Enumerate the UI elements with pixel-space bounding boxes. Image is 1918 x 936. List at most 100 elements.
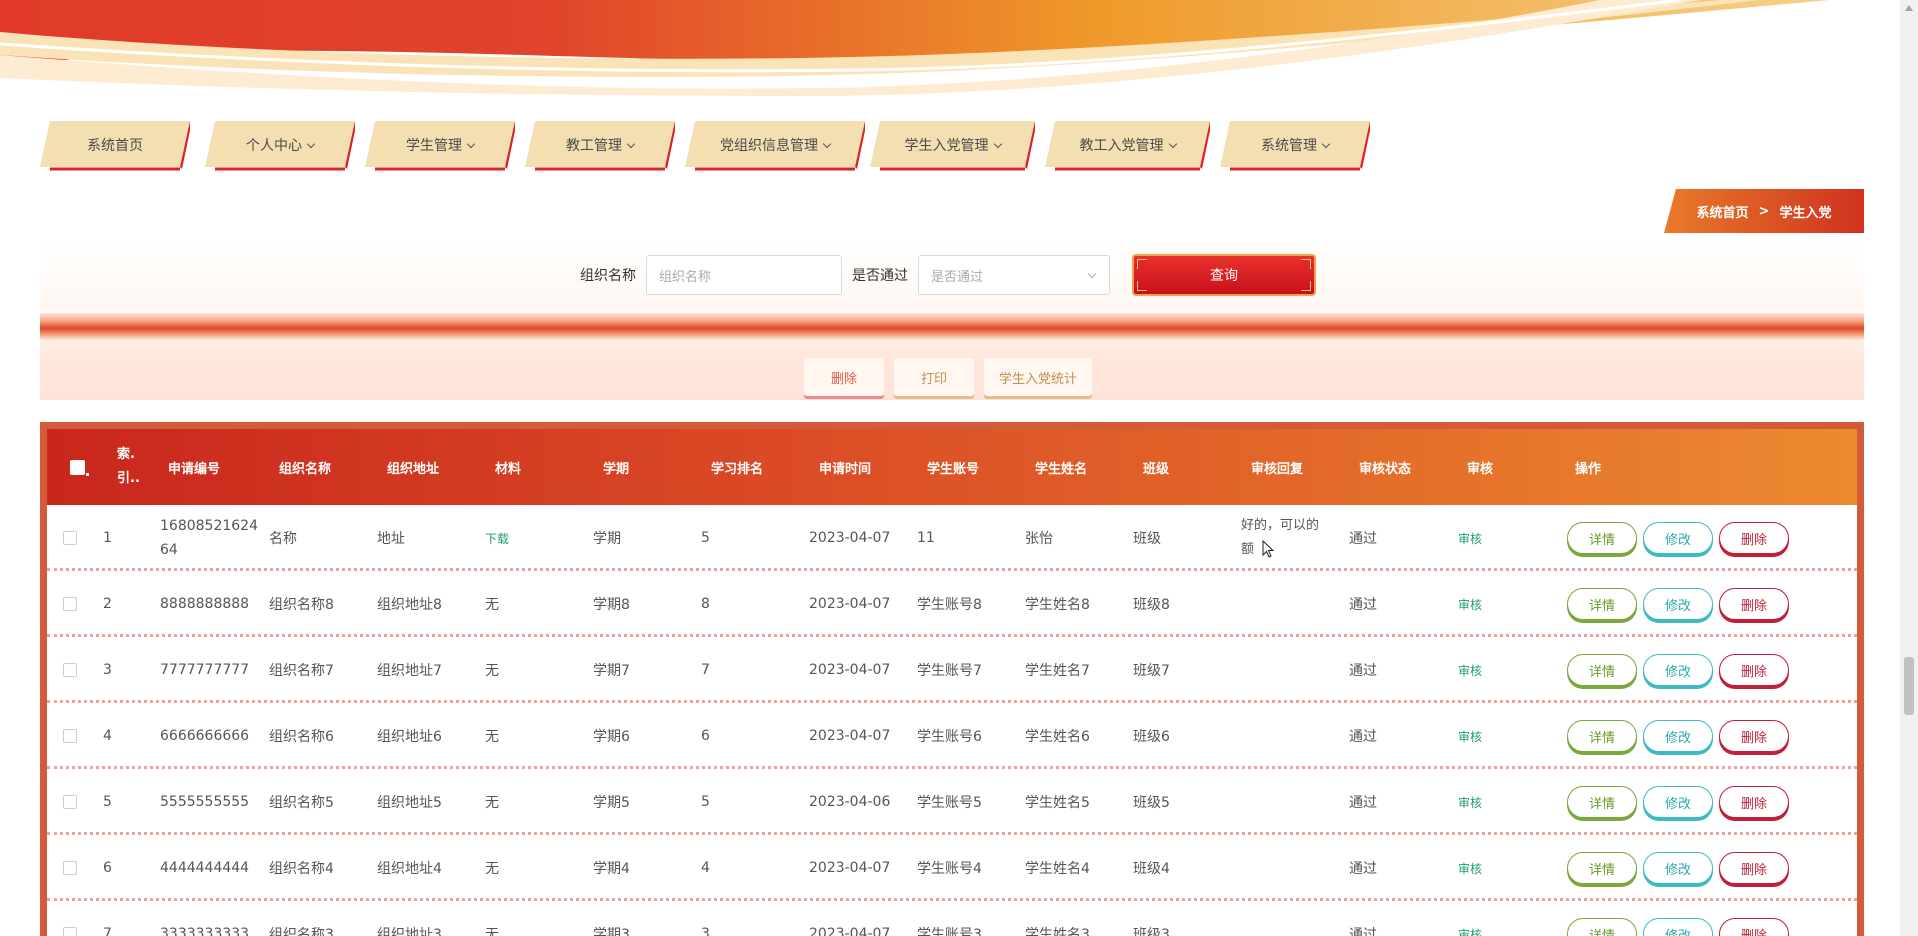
delete-button[interactable]: 删除 bbox=[1719, 852, 1789, 884]
header-review[interactable]: 审核 bbox=[1467, 429, 1493, 505]
cell-status: 通过 bbox=[1349, 663, 1377, 679]
scroll-up-icon[interactable] bbox=[1905, 5, 1913, 11]
statistics-button[interactable]: 学生入党统计 bbox=[984, 358, 1092, 396]
delete-button[interactable]: 删除 bbox=[1719, 522, 1789, 554]
nav-item-student-party-management[interactable]: 学生入党管理 bbox=[870, 119, 1035, 171]
cell-rank: 6 bbox=[701, 728, 710, 744]
cell-app-time: 2023-04-07 bbox=[809, 596, 891, 612]
nav-item-party-org-management[interactable]: 党组织信息管理 bbox=[685, 119, 865, 171]
page-scrollbar[interactable] bbox=[1900, 0, 1918, 936]
header-rank[interactable]: 学习排名 bbox=[711, 429, 763, 505]
row-checkbox[interactable] bbox=[63, 571, 77, 637]
edit-button[interactable]: 修改 bbox=[1643, 720, 1713, 752]
review-link[interactable]: 审核 bbox=[1458, 901, 1482, 936]
cell-index: 5 bbox=[103, 794, 112, 810]
cell-app-time: 2023-04-06 bbox=[809, 794, 891, 810]
header-banner bbox=[0, 0, 1830, 96]
header-org-addr[interactable]: 组织地址 bbox=[387, 429, 439, 505]
select-all-checkbox[interactable] bbox=[70, 429, 89, 505]
edit-button[interactable]: 修改 bbox=[1643, 654, 1713, 686]
header-app-time[interactable]: 申请时间 bbox=[819, 429, 871, 505]
edit-button[interactable]: 修改 bbox=[1643, 588, 1713, 620]
row-checkbox[interactable] bbox=[63, 901, 77, 936]
header-name[interactable]: 学生姓名 bbox=[1035, 429, 1087, 505]
row-checkbox[interactable] bbox=[63, 769, 77, 835]
review-link[interactable]: 审核 bbox=[1458, 505, 1482, 571]
header-reply[interactable]: 审核回复 bbox=[1251, 429, 1303, 505]
breadcrumb-home[interactable]: 系统首页 bbox=[1697, 202, 1749, 221]
edit-button[interactable]: 修改 bbox=[1643, 852, 1713, 884]
delete-button[interactable]: 删除 bbox=[1719, 588, 1789, 620]
delete-button[interactable]: 删除 bbox=[1719, 654, 1789, 686]
delete-button[interactable]: 删除 bbox=[1719, 720, 1789, 752]
review-link[interactable]: 审核 bbox=[1458, 835, 1482, 901]
cell-app-no: 7777777777 bbox=[160, 662, 250, 678]
cell-index: 6 bbox=[103, 860, 112, 876]
cell-class: 班级8 bbox=[1133, 597, 1170, 613]
cell-name: 学生姓名7 bbox=[1025, 663, 1090, 679]
print-button[interactable]: 打印 bbox=[894, 358, 974, 396]
cell-term: 学期6 bbox=[593, 729, 630, 745]
header-status[interactable]: 审核状态 bbox=[1359, 429, 1411, 505]
review-link[interactable]: 审核 bbox=[1458, 571, 1482, 637]
row-checkbox[interactable] bbox=[63, 505, 77, 571]
cell-app-no: 8888888888 bbox=[160, 596, 250, 612]
header-material[interactable]: 材料 bbox=[495, 429, 521, 505]
nav-item-personal-center[interactable]: 个人中心 bbox=[205, 119, 355, 171]
cell-material[interactable]: 下载 bbox=[485, 505, 509, 571]
org-name-input[interactable]: 组织名称 bbox=[646, 255, 842, 295]
batch-delete-button[interactable]: 删除 bbox=[804, 358, 884, 396]
header-app-no[interactable]: 申请编号 bbox=[168, 429, 220, 505]
cell-class: 班级5 bbox=[1133, 795, 1170, 811]
review-link[interactable]: 审核 bbox=[1458, 769, 1482, 835]
review-link[interactable]: 审核 bbox=[1458, 637, 1482, 703]
cell-material: 无 bbox=[485, 597, 499, 613]
cell-material: 无 bbox=[485, 861, 499, 877]
edit-button[interactable]: 修改 bbox=[1643, 918, 1713, 936]
review-link[interactable]: 审核 bbox=[1458, 703, 1482, 769]
nav-item-system-management[interactable]: 系统管理 bbox=[1220, 119, 1370, 171]
nav-item-staff-management[interactable]: 教工管理 bbox=[525, 119, 675, 171]
cell-status: 通过 bbox=[1349, 795, 1377, 811]
header-operations: 操作 bbox=[1575, 461, 1602, 477]
scrollbar-thumb[interactable] bbox=[1904, 657, 1914, 715]
pass-select[interactable]: 是否通过 bbox=[918, 255, 1110, 295]
nav-item-student-management[interactable]: 学生管理 bbox=[365, 119, 515, 171]
detail-button[interactable]: 详情 bbox=[1567, 654, 1637, 686]
detail-button[interactable]: 详情 bbox=[1567, 852, 1637, 884]
cell-org-name: 名称 bbox=[269, 531, 297, 547]
row-checkbox[interactable] bbox=[63, 703, 77, 769]
breadcrumb-separator: > bbox=[1758, 203, 1770, 219]
delete-button[interactable]: 删除 bbox=[1719, 918, 1789, 936]
nav-label: 系统管理 bbox=[1261, 138, 1317, 154]
query-button[interactable]: 查询 bbox=[1132, 254, 1316, 296]
edit-button[interactable]: 修改 bbox=[1643, 522, 1713, 554]
pass-label: 是否通过 bbox=[852, 268, 908, 284]
cell-class: 班级 bbox=[1133, 531, 1161, 547]
cell-org-name: 组织名称6 bbox=[269, 729, 334, 745]
edit-button[interactable]: 修改 bbox=[1643, 786, 1713, 818]
cell-index: 7 bbox=[103, 926, 112, 936]
cell-reply-line2: 额 bbox=[1241, 542, 1255, 557]
detail-button[interactable]: 详情 bbox=[1567, 588, 1637, 620]
detail-button[interactable]: 详情 bbox=[1567, 786, 1637, 818]
cell-org-addr: 组织地址3 bbox=[377, 927, 442, 936]
detail-button[interactable]: 详情 bbox=[1567, 720, 1637, 752]
header-org-name[interactable]: 组织名称 bbox=[279, 429, 331, 505]
cell-name: 学生姓名8 bbox=[1025, 597, 1090, 613]
detail-button[interactable]: 详情 bbox=[1567, 522, 1637, 554]
cell-org-addr: 地址 bbox=[377, 531, 405, 547]
nav-item-home[interactable]: 系统首页 bbox=[40, 119, 190, 171]
row-checkbox[interactable] bbox=[63, 835, 77, 901]
delete-button[interactable]: 删除 bbox=[1719, 786, 1789, 818]
header-term[interactable]: 学期 bbox=[603, 429, 629, 505]
cell-name: 学生姓名3 bbox=[1025, 927, 1090, 936]
detail-button[interactable]: 详情 bbox=[1567, 918, 1637, 936]
header-account[interactable]: 学生账号 bbox=[927, 429, 979, 505]
cell-rank: 5 bbox=[701, 530, 710, 546]
nav-item-staff-party-management[interactable]: 教工入党管理 bbox=[1045, 119, 1210, 171]
row-checkbox[interactable] bbox=[63, 637, 77, 703]
header-class[interactable]: 班级 bbox=[1143, 429, 1169, 505]
cell-account: 学生账号6 bbox=[917, 729, 982, 745]
cell-name: 张怡 bbox=[1025, 531, 1053, 547]
